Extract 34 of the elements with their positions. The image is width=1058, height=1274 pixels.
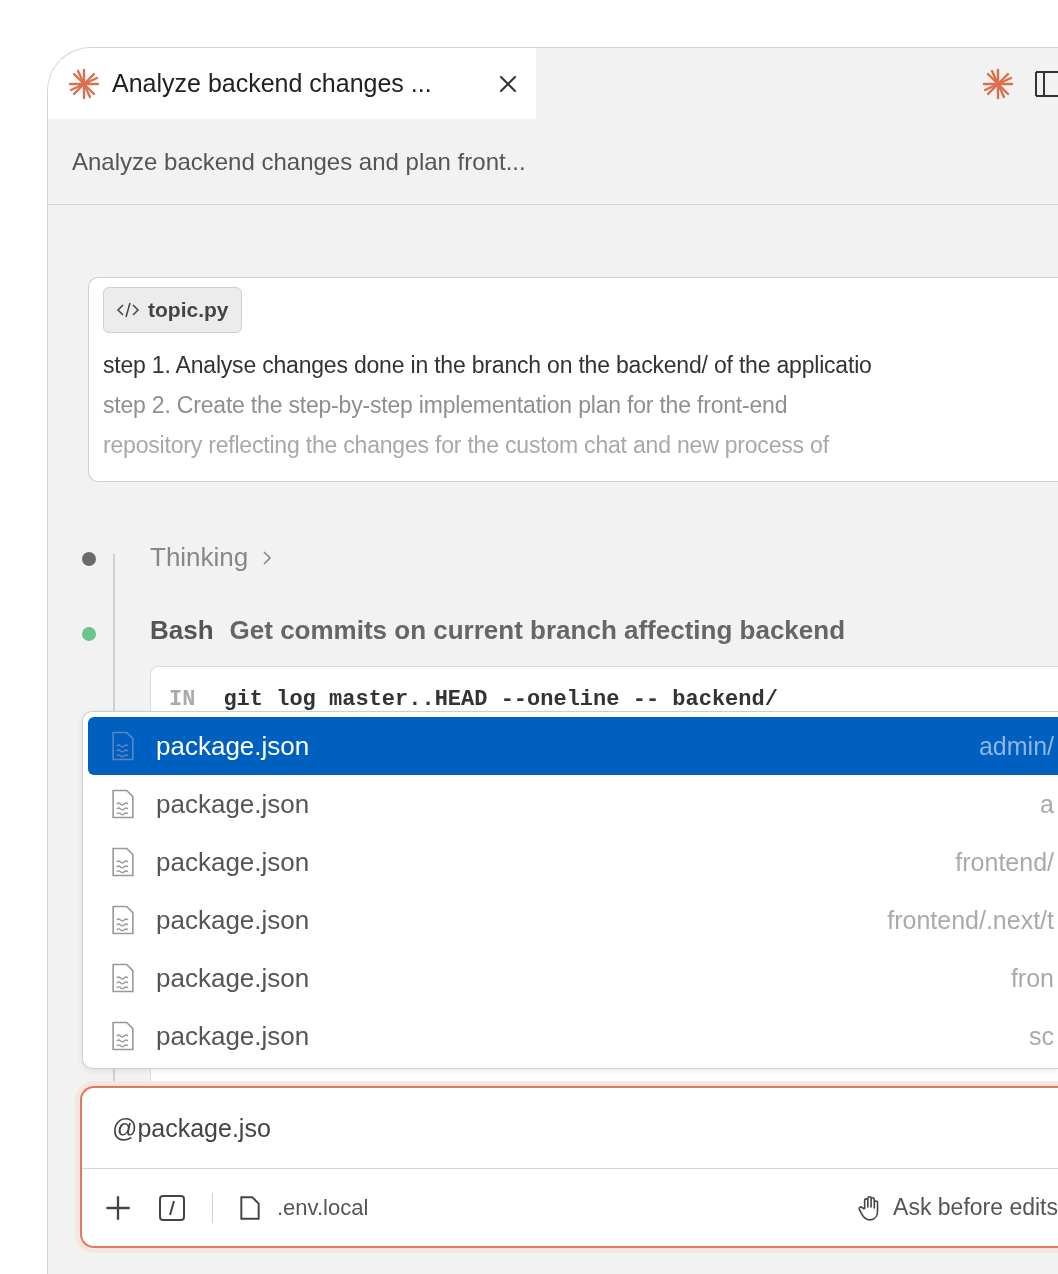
- chat-tab[interactable]: Analyze backend changes ...: [48, 48, 536, 119]
- slash-command-icon[interactable]: [158, 1193, 186, 1222]
- file-suggestion[interactable]: package.json frontend/.next/t: [88, 891, 1058, 949]
- file-icon: [110, 904, 136, 936]
- message-text: step 1. Analyse changes done in the branch on the backend/ of the applicatio: [103, 351, 873, 380]
- close-icon[interactable]: [498, 73, 518, 94]
- file-suggestion[interactable]: package.json admin/: [88, 717, 1058, 775]
- message-text: step 2. Create the step-by-step implementation plan for the front-end: [103, 391, 789, 420]
- file-icon: [110, 730, 136, 762]
- message-input[interactable]: @package.jso: [82, 1088, 1058, 1169]
- file-icon: [110, 1020, 136, 1052]
- file-chip[interactable]: topic.py: [103, 287, 242, 333]
- file-suggestion[interactable]: package.json a: [88, 775, 1058, 833]
- tool-description: Get commits on current branch affecting backend: [229, 615, 846, 646]
- code-text: git log master..HEAD --oneline -- backend/: [223, 687, 778, 712]
- code-icon: [116, 302, 140, 318]
- context-file-chip[interactable]: .env.local: [239, 1194, 369, 1221]
- edit-mode-selector[interactable]: Ask before edits: [857, 1193, 1058, 1222]
- document-icon: [239, 1194, 261, 1221]
- file-icon: [110, 846, 136, 878]
- file-icon: [110, 962, 136, 994]
- asterisk-icon[interactable]: [982, 67, 1014, 100]
- code-label: IN: [169, 687, 196, 712]
- asterisk-icon: [68, 67, 100, 100]
- chevron-right-icon: [262, 549, 273, 566]
- plus-icon[interactable]: [104, 1193, 132, 1222]
- sidebar-toggle-icon[interactable]: [1034, 69, 1058, 98]
- message-text: repository reflecting the changes for the custom chat and new process of: [103, 431, 831, 460]
- file-suggestion[interactable]: package.json frontend/: [88, 833, 1058, 891]
- file-icon: [110, 788, 136, 820]
- conversation-title: Analyze backend changes and plan front...: [72, 147, 526, 176]
- file-suggestion[interactable]: package.json fron: [88, 949, 1058, 1007]
- file-suggestion[interactable]: package.json sc: [88, 1007, 1058, 1065]
- tool-name: Bash: [150, 615, 214, 646]
